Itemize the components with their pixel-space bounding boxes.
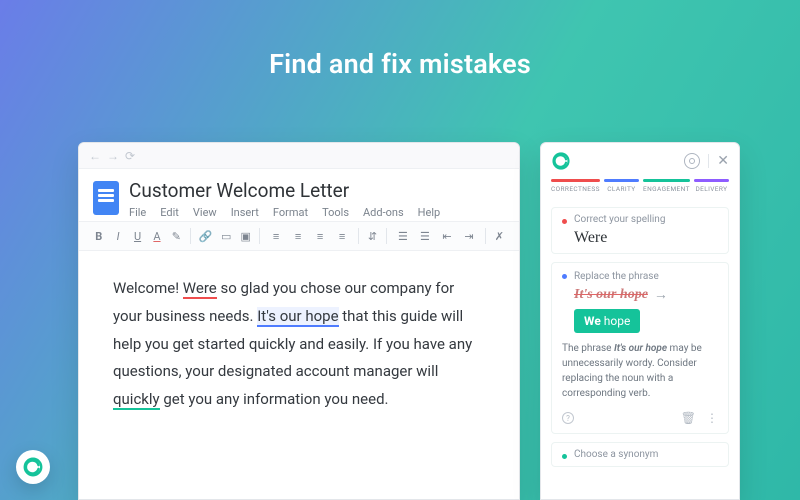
align-right-icon[interactable]: ≡ [312, 228, 328, 244]
insert-link-icon[interactable]: 🔗 [199, 228, 213, 244]
line-spacing-icon[interactable]: ⇵ [367, 228, 378, 244]
google-docs-icon [93, 181, 119, 215]
grammarly-panel: ✕ CORRECTNESS CLARITY ENGAGEMENT DELIVER… [540, 142, 740, 500]
card-title: Replace the phrase [574, 271, 659, 282]
card-footer: ? 🗑 ⋮ [562, 411, 718, 425]
engagement-error[interactable]: quickly [113, 390, 160, 410]
category-correctness[interactable]: CORRECTNESS [551, 179, 600, 193]
menu-view[interactable]: View [193, 206, 217, 219]
menu-help[interactable]: Help [418, 206, 441, 219]
replacement-chip[interactable]: We hope [574, 309, 640, 333]
suggestion-card-spelling[interactable]: Correct your spelling Were [551, 207, 729, 254]
engagement-dot-icon [562, 454, 567, 459]
align-left-icon[interactable]: ≡ [268, 228, 284, 244]
grammarly-badge[interactable] [16, 450, 50, 484]
toolbar-separator [190, 228, 191, 244]
numbered-list-icon[interactable]: ☰ [395, 228, 411, 244]
nav-reload-icon[interactable]: ⟳ [125, 149, 135, 163]
menu-addons[interactable]: Add-ons [363, 206, 404, 219]
bold-icon[interactable]: B [93, 228, 104, 244]
suggestion-list: Correct your spelling Were Replace the p… [541, 199, 739, 499]
formatting-toolbar: B I U A ✎ 🔗 ▭ ▣ ≡ ≡ ≡ ≡ ⇵ ☰ ☰ ⇤ ⇥ [79, 221, 519, 251]
italic-icon[interactable]: I [112, 228, 123, 244]
document-title[interactable]: Customer Welcome Letter [129, 179, 440, 202]
bulleted-list-icon[interactable]: ☰ [417, 228, 433, 244]
paint-format-icon[interactable]: ✎ [171, 228, 182, 244]
more-icon[interactable]: ⋮ [706, 411, 718, 425]
divider [708, 154, 709, 168]
nav-back-icon[interactable]: ← [89, 149, 101, 163]
card-word: Were [574, 229, 718, 247]
clarity-dot-icon [562, 274, 567, 279]
hero-title: Find and fix mistakes [0, 48, 800, 80]
trash-icon[interactable]: 🗑 [681, 411, 696, 425]
menu-edit[interactable]: Edit [160, 206, 179, 219]
menu-format[interactable]: Format [273, 206, 308, 219]
close-icon[interactable]: ✕ [717, 153, 729, 169]
toolbar-separator [358, 228, 359, 244]
doc-header: Customer Welcome Letter File Edit View I… [79, 169, 519, 221]
insert-comment-icon[interactable]: ▭ [221, 228, 232, 244]
body-text: Welcome! [113, 279, 183, 297]
menu-file[interactable]: File [129, 206, 146, 219]
spelling-error[interactable]: Were [183, 279, 217, 299]
text-color-icon[interactable]: A [151, 228, 162, 244]
document-body[interactable]: Welcome! Were so glad you chose our comp… [79, 251, 519, 438]
original-phrase: It's our hope [574, 287, 648, 303]
grammarly-logo-icon [551, 151, 571, 171]
menu-bar: File Edit View Insert Format Tools Add-o… [129, 206, 440, 219]
card-title: Correct your spelling [574, 214, 665, 225]
suggestion-card-clarity[interactable]: Replace the phrase It's our hope → We ho… [551, 262, 729, 434]
card-explanation: The phrase It's our hope may be unnecess… [562, 341, 718, 401]
panel-header: ✕ [541, 143, 739, 175]
category-delivery[interactable]: DELIVERY [694, 179, 729, 193]
arrow-right-icon: → [654, 286, 668, 303]
align-justify-icon[interactable]: ≡ [334, 228, 350, 244]
toolbar-separator [259, 228, 260, 244]
body-text: get you any information you need. [160, 390, 389, 408]
goals-icon[interactable] [684, 153, 700, 169]
nav-forward-icon[interactable]: → [107, 149, 119, 163]
category-engagement[interactable]: ENGAGEMENT [643, 179, 690, 193]
indent-icon[interactable]: ⇥ [461, 228, 477, 244]
align-center-icon[interactable]: ≡ [290, 228, 306, 244]
browser-chrome-bar: ← → ⟳ [79, 143, 519, 169]
category-row: CORRECTNESS CLARITY ENGAGEMENT DELIVERY [541, 175, 739, 199]
correctness-dot-icon [562, 219, 567, 224]
category-clarity[interactable]: CLARITY [604, 179, 639, 193]
clear-formatting-icon[interactable]: ✗ [494, 228, 505, 244]
toolbar-separator [386, 228, 387, 244]
outdent-icon[interactable]: ⇤ [439, 228, 455, 244]
suggestion-card-synonym[interactable]: Choose a synonym [551, 442, 729, 467]
menu-tools[interactable]: Tools [322, 206, 349, 219]
grammarly-logo-icon [22, 456, 44, 478]
insert-image-icon[interactable]: ▣ [240, 228, 251, 244]
underline-icon[interactable]: U [132, 228, 143, 244]
toolbar-separator [485, 228, 486, 244]
menu-insert[interactable]: Insert [231, 206, 259, 219]
clarity-error[interactable]: It's our hope [257, 307, 338, 327]
card-title: Choose a synonym [574, 449, 658, 460]
docs-editor-window: ← → ⟳ Customer Welcome Letter File Edit … [78, 142, 520, 500]
info-icon[interactable]: ? [562, 412, 574, 424]
promo-stage: Find and fix mistakes ← → ⟳ Customer Wel… [0, 0, 800, 500]
